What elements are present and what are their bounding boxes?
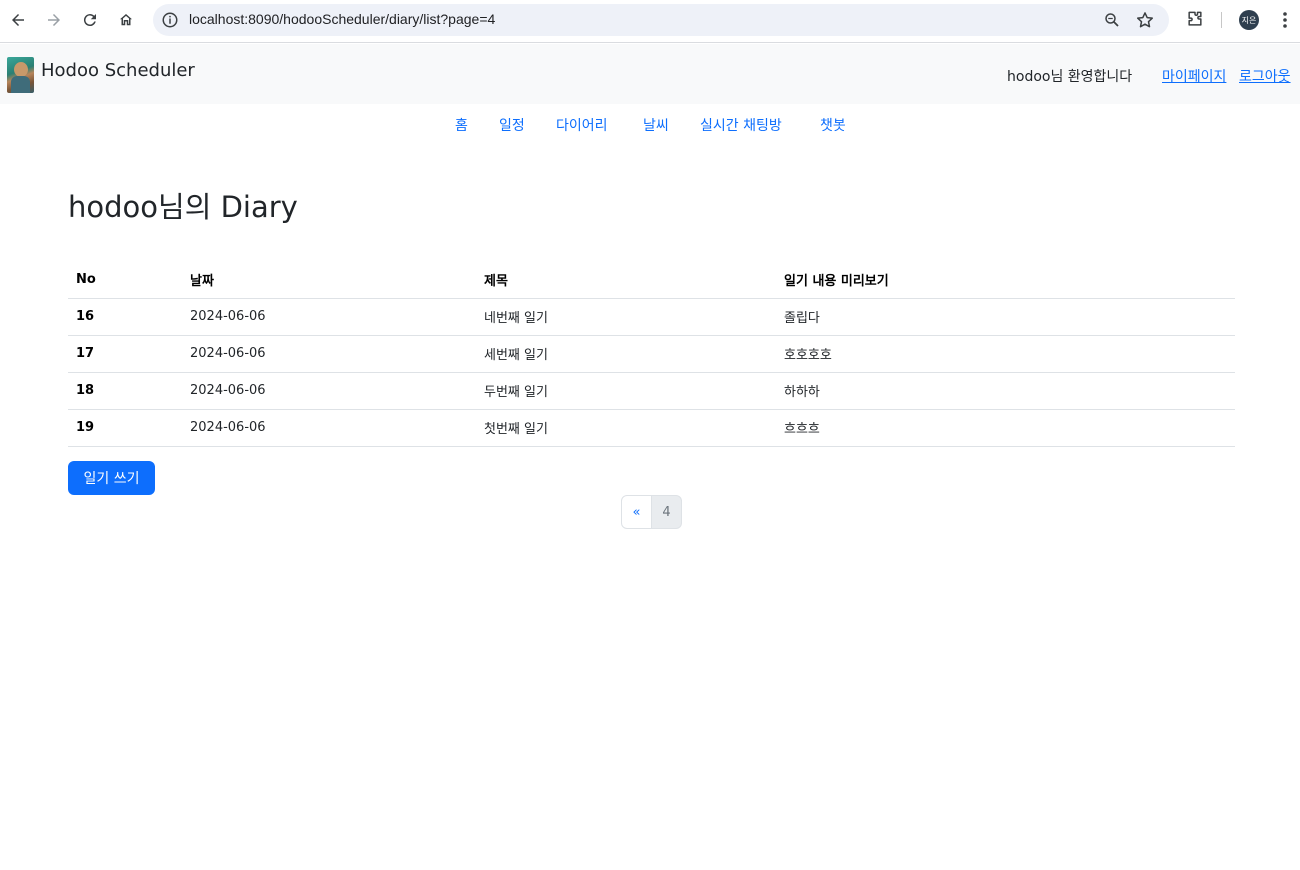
cell-title[interactable]: 네번째 일기 <box>476 298 776 336</box>
cell-preview: 하하하 <box>776 372 1235 410</box>
page-title: hodoo님의 Diary <box>68 190 298 224</box>
zoom-icon[interactable] <box>1103 11 1121 29</box>
table-row[interactable]: 17 2024-06-06 세번째 일기 호호호호 <box>68 335 1235 373</box>
nav-item-weather[interactable]: 날씨 <box>643 115 669 135</box>
more-menu-icon[interactable] <box>1277 10 1293 30</box>
home-icon <box>120 14 132 26</box>
cell-no: 17 <box>68 335 182 373</box>
nav-item-chatroom[interactable]: 실시간 채팅방 <box>700 115 782 135</box>
forward-button[interactable] <box>42 8 66 32</box>
bookmark-star-icon[interactable] <box>1135 10 1155 30</box>
cell-no: 16 <box>68 298 182 336</box>
back-button[interactable] <box>6 8 30 32</box>
toolbar-divider <box>1221 12 1222 28</box>
profile-initials: 지은 <box>1241 15 1257 25</box>
back-arrow-icon <box>12 14 24 26</box>
extensions-puzzle-icon[interactable] <box>1185 9 1205 29</box>
logo-image[interactable] <box>7 57 34 93</box>
reload-icon <box>83 14 96 27</box>
table-header-row: No 날짜 제목 일기 내용 미리보기 <box>68 261 1235 299</box>
cell-date: 2024-06-06 <box>182 335 476 373</box>
cell-date: 2024-06-06 <box>182 372 476 410</box>
cell-date: 2024-06-06 <box>182 409 476 447</box>
site-header: Hodoo Scheduler hodoo님 환영합니다 마이페이지 로그아웃 <box>0 44 1300 104</box>
browser-toolbar: localhost:8090/hodooScheduler/diary/list… <box>0 0 1300 43</box>
table-row[interactable]: 18 2024-06-06 두번째 일기 하하하 <box>68 372 1235 410</box>
cell-no: 19 <box>68 409 182 447</box>
table-row[interactable]: 16 2024-06-06 네번째 일기 졸립다 <box>68 298 1235 336</box>
cell-preview: 졸립다 <box>776 298 1235 336</box>
logout-link[interactable]: 로그아웃 <box>1239 66 1291 86</box>
pagination: « 4 <box>621 495 682 529</box>
address-bar[interactable]: localhost:8090/hodooScheduler/diary/list… <box>153 4 1169 36</box>
site-info-icon[interactable] <box>161 11 179 29</box>
pagination-prev-button[interactable]: « <box>621 495 652 529</box>
cell-title[interactable]: 세번째 일기 <box>476 335 776 373</box>
cell-preview: 흐흐흐 <box>776 409 1235 447</box>
column-header-no: No <box>68 261 182 299</box>
table-row[interactable]: 19 2024-06-06 첫번째 일기 흐흐흐 <box>68 409 1235 447</box>
nav-item-diary[interactable]: 다이어리 <box>556 115 608 135</box>
logo-figure-head <box>14 62 28 77</box>
cell-title[interactable]: 첫번째 일기 <box>476 409 776 447</box>
pagination-current-page[interactable]: 4 <box>652 495 682 529</box>
profile-avatar[interactable]: 지은 <box>1239 10 1259 30</box>
welcome-text: hodoo님 환영합니다 <box>1007 69 1133 85</box>
cell-no: 18 <box>68 372 182 410</box>
write-diary-button[interactable]: 일기 쓰기 <box>68 461 155 495</box>
home-button[interactable] <box>114 8 138 32</box>
column-header-title: 제목 <box>476 261 776 299</box>
main-nav: 홈 일정 다이어리 날씨 실시간 채팅방 챗봇 <box>0 104 1300 144</box>
nav-item-chatbot[interactable]: 챗봇 <box>820 115 846 135</box>
brand-title[interactable]: Hodoo Scheduler <box>41 60 195 81</box>
column-header-preview: 일기 내용 미리보기 <box>776 261 1235 299</box>
cell-title[interactable]: 두번째 일기 <box>476 372 776 410</box>
forward-arrow-icon <box>48 14 60 26</box>
column-header-date: 날짜 <box>182 261 476 299</box>
nav-item-schedule[interactable]: 일정 <box>499 115 525 135</box>
logo-figure-body <box>11 76 30 93</box>
reload-button[interactable] <box>78 8 102 32</box>
diary-table: No 날짜 제목 일기 내용 미리보기 16 2024-06-06 네번째 일기… <box>68 261 1235 447</box>
url-text[interactable]: localhost:8090/hodooScheduler/diary/list… <box>189 11 495 27</box>
cell-preview: 호호호호 <box>776 335 1235 373</box>
mypage-link[interactable]: 마이페이지 <box>1162 66 1226 86</box>
nav-item-home[interactable]: 홈 <box>455 115 468 135</box>
cell-date: 2024-06-06 <box>182 298 476 336</box>
